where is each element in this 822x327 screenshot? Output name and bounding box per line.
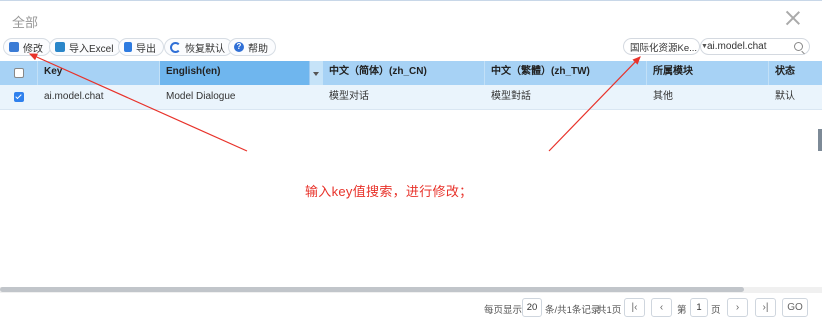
total-pages: 共1页 — [597, 305, 622, 316]
prev-page-button[interactable]: ‹ — [651, 298, 672, 317]
annotation-arrows — [28, 53, 641, 152]
horizontal-scrollbar[interactable] — [0, 287, 822, 293]
side-handle — [818, 129, 822, 151]
last-page-button[interactable]: ›| — [755, 298, 776, 317]
first-page-button[interactable]: |‹ — [624, 298, 645, 317]
pagination: 每页显示 20 条/共1条记录 共1页 |‹ ‹ 第 1 页 › ›| GO — [0, 295, 822, 325]
annotation-text: 输入key值搜索，进行修改； — [305, 184, 473, 199]
per-page-select[interactable]: 20 — [522, 298, 542, 317]
scrollbar-thumb[interactable] — [0, 287, 744, 292]
records-label: 条/共1条记录 — [545, 305, 601, 316]
dialog: 全部 修改 导入Excel 导出 恢复默认 ? 帮助 国际化资源Ke... ▼ … — [0, 0, 822, 326]
arrow-to-edit-button — [28, 53, 248, 152]
arrow-to-search — [548, 56, 641, 152]
page-number-input[interactable]: 1 — [690, 298, 708, 317]
page-suffix: 页 — [711, 305, 721, 316]
next-page-button[interactable]: › — [727, 298, 748, 317]
go-button[interactable]: GO — [782, 298, 808, 317]
per-page-label: 每页显示 — [484, 305, 523, 316]
page-prefix: 第 — [677, 305, 687, 316]
